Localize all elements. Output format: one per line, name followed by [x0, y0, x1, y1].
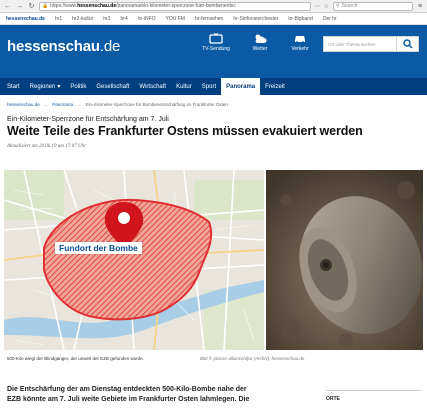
nav-item-start[interactable]: Start [2, 78, 25, 95]
image-caption: 500-Kilo wiegt der Blindgänger, der unwe… [7, 356, 144, 361]
map-graphic [4, 170, 264, 350]
breadcrumb-section[interactable]: Panorama [52, 102, 73, 107]
chevron-right-icon: → [77, 101, 82, 107]
site-search-input[interactable]: Ort oder Thema suchen [323, 36, 397, 52]
browser-toolbar: ← → ↻ 🔒 https://www.hessenschau.de/panor… [0, 0, 427, 13]
network-link[interactable]: hr3 [103, 16, 110, 22]
site-logo[interactable]: hessenschau.de [7, 38, 120, 55]
article-lead: Die Entschärfung der am Dienstag entdeck… [7, 385, 297, 405]
chevron-down-icon: ▾ [57, 84, 61, 90]
bomb-photo [266, 170, 423, 350]
nav-item-freizeit[interactable]: Freizeit [260, 78, 290, 95]
url-scheme: https://www. [50, 3, 78, 9]
weather-button[interactable]: Wetter [245, 33, 275, 52]
nav-item-label: Sport [201, 83, 217, 90]
main-navigation: Start Regionen ▾ Politik Gesellschaft Wirtsch… [0, 78, 427, 95]
network-bar: hessenschau.de hr1 hr2-kultur hr3 hr4 hr… [0, 13, 427, 25]
article-headline: Weite Teile des Frankfurter Ostens müsse… [7, 124, 363, 138]
search-icon: ⚲ [336, 3, 340, 9]
network-link[interactable]: hr2-kultur [72, 16, 93, 22]
weather-icon [255, 34, 267, 43]
page-actions-icon[interactable]: ⋯ ☆ [314, 3, 330, 10]
lead-line: Die Entschärfung der am Dienstag entdeck… [7, 386, 247, 393]
nav-item-gesellschaft[interactable]: Gesellschaft [91, 78, 134, 95]
nav-item-label: Start [7, 83, 20, 90]
nav-item-panorama[interactable]: Panorama [221, 78, 261, 95]
forward-icon[interactable]: → [15, 2, 24, 11]
browser-search-input[interactable]: ⚲ Search [333, 1, 413, 11]
article-dateline: Aktualisiert am 26.06.19 um 17:07 Uhr [7, 144, 87, 149]
nav-item-regionen[interactable]: Regionen ▾ [25, 78, 66, 95]
search-icon [402, 39, 413, 49]
nav-item-politik[interactable]: Politik [65, 78, 91, 95]
url-path: /panorama/ein-kilometer-sperrzone-fuer-b… [116, 3, 236, 9]
nav-item-label: Politik [70, 83, 87, 90]
browser-search-placeholder: Search [341, 3, 358, 9]
site-header: hessenschau.de TV-Sendung Wetter Verkehr… [0, 25, 427, 78]
tv-button[interactable]: TV-Sendung [201, 33, 231, 52]
lock-icon: 🔒 [42, 3, 49, 9]
back-icon[interactable]: ← [3, 2, 12, 11]
chevron-right-icon: → [43, 101, 49, 107]
breadcrumb-home[interactable]: hessenschau.de [7, 102, 40, 107]
network-link[interactable]: YOU FM [166, 16, 185, 22]
url-host: hessenschau.de [77, 3, 117, 9]
tv-icon [209, 33, 223, 44]
map-label: Fundort der Bombe [55, 242, 142, 254]
nav-item-label: Wirtschaft [139, 83, 167, 90]
site-search-button[interactable] [397, 36, 419, 52]
nav-item-label: Freizeit [265, 83, 285, 90]
network-link[interactable]: hr-fernsehen [195, 16, 223, 22]
aside-divider [326, 390, 421, 391]
reload-icon[interactable]: ↻ [27, 2, 36, 11]
nav-item-sport[interactable]: Sport [197, 78, 221, 95]
car-icon [295, 36, 305, 44]
network-link[interactable]: hr-Sinfonieorchester [233, 16, 278, 22]
breadcrumb-current: Ein-Kilometer-Sperrzone für Bombenentsch… [85, 101, 228, 107]
network-link[interactable]: hr4 [121, 16, 128, 22]
address-bar[interactable]: 🔒 https://www.hessenschau.de/panorama/ei… [39, 1, 311, 11]
sperrzone-map: Fundort der Bombe [4, 170, 264, 350]
network-link[interactable]: hr-iNFO [138, 16, 156, 22]
network-link-hessenschau[interactable]: hessenschau.de [6, 16, 45, 22]
network-link[interactable]: hr1 [55, 16, 62, 22]
aside-title: ORTE [326, 396, 340, 402]
nav-item-label: Regionen [29, 83, 56, 90]
article-kicker: Ein-Kilometer-Sperrzone für Entschärfung… [7, 116, 169, 123]
nav-item-wirtschaft[interactable]: Wirtschaft [134, 78, 171, 95]
nav-item-kultur[interactable]: Kultur [171, 78, 197, 95]
nav-item-label: Panorama [226, 83, 256, 90]
nav-item-label: Gesellschaft [96, 83, 130, 90]
network-link[interactable]: hr-Bigband [288, 16, 312, 22]
menu-icon[interactable]: ≡ [416, 3, 424, 10]
lead-line: EZB könnte am 7. Juli weite Gebiete im F… [7, 396, 250, 403]
breadcrumb: hessenschau.de → Panorama → Ein-Kilomete… [0, 99, 427, 109]
traffic-button[interactable]: Verkehr [285, 33, 315, 52]
image-credit: Bild © picture-alliance/dpa (Archiv), he… [200, 356, 305, 361]
nav-item-label: Kultur [176, 83, 192, 90]
network-link[interactable]: Der hr [323, 16, 337, 22]
